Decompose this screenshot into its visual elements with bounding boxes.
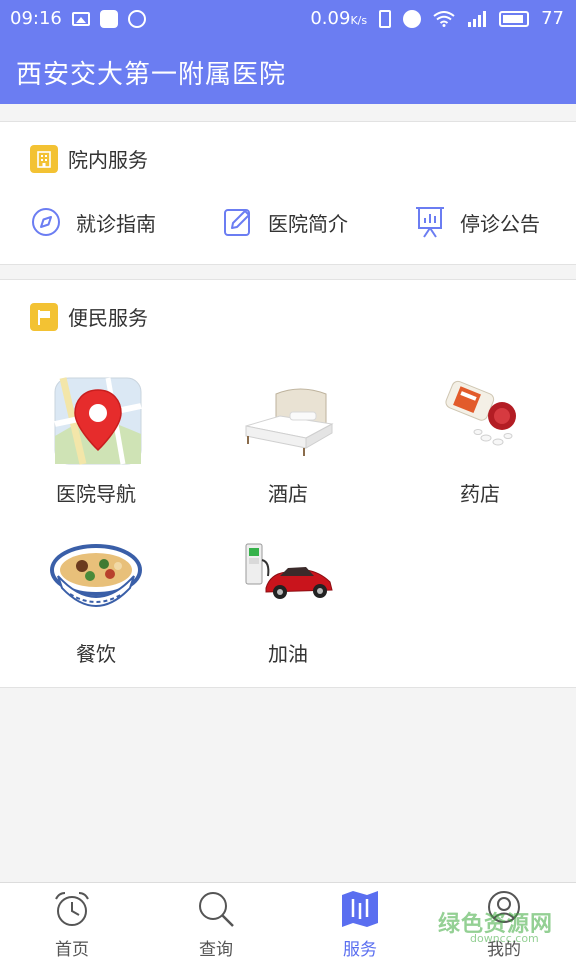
medicine-image bbox=[432, 376, 528, 466]
hospital-services-header: 院内服务 bbox=[30, 144, 148, 173]
hospital-services-row: 就诊指南 医院简介 停诊公告 bbox=[0, 200, 576, 244]
tab-services[interactable]: 服务 bbox=[288, 889, 432, 960]
tab-home-label: 首页 bbox=[55, 940, 89, 960]
hospital-building-icon bbox=[30, 144, 58, 173]
guide-label: 就诊指南 bbox=[76, 211, 156, 236]
building-glyph-icon bbox=[37, 150, 51, 168]
check-circle-icon bbox=[127, 9, 146, 28]
bottom-tab-bar: 首页 查询 服务 我的 bbox=[0, 882, 576, 960]
map-pin-icon bbox=[48, 376, 144, 466]
cell-signal-icon bbox=[468, 10, 487, 27]
app-title: 西安交大第一附属医院 bbox=[16, 60, 287, 90]
battery-icon bbox=[499, 10, 530, 27]
map-icon bbox=[342, 891, 378, 927]
tab-services-label: 服务 bbox=[343, 940, 377, 960]
dining-label: 餐饮 bbox=[76, 642, 116, 666]
app-notification-icon bbox=[99, 9, 118, 28]
alarm-icon bbox=[403, 9, 422, 28]
closure-notice-label: 停诊公告 bbox=[460, 211, 540, 236]
hospital-navigation-label: 医院导航 bbox=[56, 482, 136, 506]
hospital-intro-label: 医院简介 bbox=[268, 211, 348, 236]
network-speed-value: 0.09 bbox=[310, 8, 351, 29]
tab-home[interactable]: 首页 bbox=[0, 889, 144, 960]
hotel-label: 酒店 bbox=[268, 482, 308, 506]
tab-profile-label: 我的 bbox=[487, 940, 521, 960]
user-icon bbox=[488, 891, 520, 923]
dining-item[interactable]: 餐饮 bbox=[0, 536, 192, 667]
compass-icon bbox=[32, 208, 60, 236]
status-left: 09:16 bbox=[10, 8, 146, 29]
screen: 09:16 0.09K/s 77 西安交大第一附属医院 院内服务 就诊指南 医院… bbox=[0, 0, 576, 960]
pharmacy-label: 药店 bbox=[460, 482, 500, 506]
status-time: 09:16 bbox=[10, 8, 62, 29]
flag-glyph-icon bbox=[38, 309, 50, 325]
image-notification-icon bbox=[71, 11, 90, 26]
tab-search-label: 查询 bbox=[199, 940, 233, 960]
convenience-services-header: 便民服务 bbox=[30, 302, 148, 331]
section-title: 院内服务 bbox=[68, 148, 148, 172]
edit-pencil-icon bbox=[224, 209, 250, 236]
flag-badge-icon bbox=[30, 302, 58, 331]
battery-level: 77 bbox=[541, 8, 564, 29]
presentation-board-icon bbox=[416, 207, 444, 238]
pharmacy-item[interactable]: 药店 bbox=[384, 376, 576, 507]
food-bowl-graphic bbox=[50, 544, 142, 607]
wifi-icon bbox=[433, 10, 455, 27]
vibrate-icon bbox=[379, 9, 392, 28]
bed-graphic bbox=[245, 388, 334, 456]
hospital-intro-button[interactable]: 医院简介 bbox=[222, 200, 348, 244]
fuel-car-graphic bbox=[245, 543, 333, 599]
fuel-car-image bbox=[240, 536, 336, 626]
alarm-clock-icon bbox=[55, 892, 89, 926]
app-bar: 西安交大第一附属医院 bbox=[0, 38, 576, 104]
map-pin-graphic bbox=[53, 377, 142, 465]
medicine-graphic bbox=[445, 380, 516, 446]
status-bar: 09:16 0.09K/s 77 bbox=[0, 0, 576, 38]
hotel-item[interactable]: 酒店 bbox=[192, 376, 384, 507]
network-speed-unit: K/s bbox=[350, 14, 368, 27]
fuel-label: 加油 bbox=[268, 642, 308, 666]
tab-profile[interactable]: 我的 bbox=[432, 889, 576, 960]
search-icon bbox=[199, 892, 234, 927]
tab-search[interactable]: 查询 bbox=[144, 889, 288, 960]
fuel-item[interactable]: 加油 bbox=[192, 536, 384, 667]
closure-notice-button[interactable]: 停诊公告 bbox=[414, 200, 540, 244]
convenience-services-section: 便民服务 医院导航 酒店 药店 餐饮 加油 bbox=[0, 279, 576, 688]
guide-button[interactable]: 就诊指南 bbox=[30, 200, 156, 244]
network-speed: 0.09K/s bbox=[310, 8, 367, 29]
status-right: 0.09K/s 77 bbox=[310, 8, 564, 29]
bed-image bbox=[240, 376, 336, 466]
food-bowl-image bbox=[48, 536, 144, 626]
section-title: 便民服务 bbox=[68, 306, 148, 330]
hospital-navigation-item[interactable]: 医院导航 bbox=[0, 376, 192, 507]
hospital-services-section: 院内服务 就诊指南 医院简介 停诊公告 bbox=[0, 121, 576, 265]
